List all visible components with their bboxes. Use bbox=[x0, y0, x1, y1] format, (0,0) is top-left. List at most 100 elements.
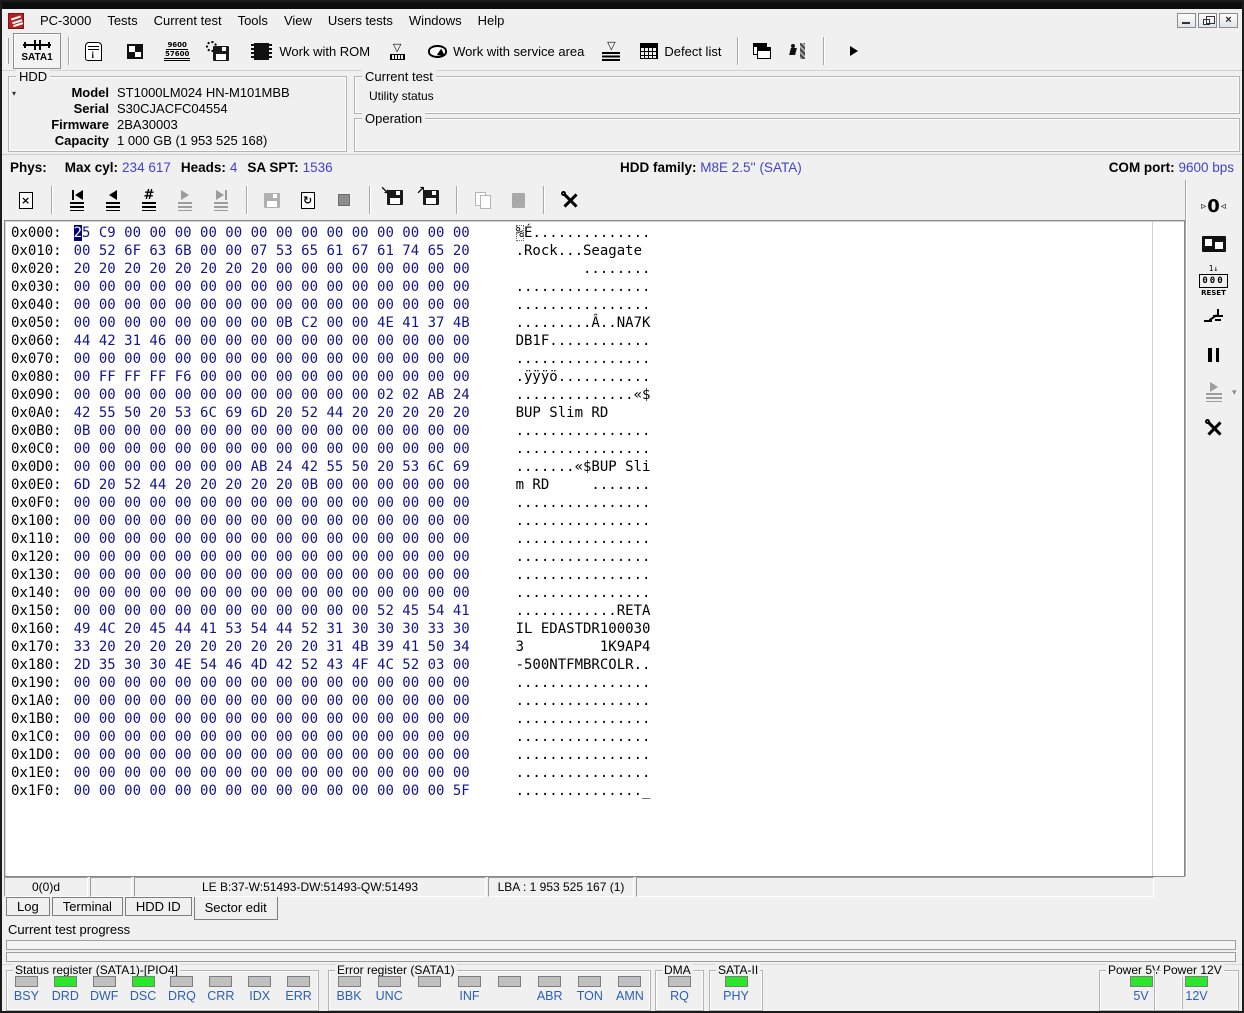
paste-icon bbox=[511, 192, 525, 208]
refresh-sector-button[interactable]: ↻ bbox=[290, 183, 326, 217]
head-map-button[interactable]: ▽ bbox=[380, 34, 414, 68]
hex-row[interactable]: 0x1F0: 00 00 00 00 00 00 00 00 00 00 00 0… bbox=[11, 782, 1184, 800]
restore-button[interactable] bbox=[1198, 13, 1217, 28]
hex-editor-panel[interactable]: 0x000: 25 C9 00 00 00 00 00 00 00 00 00 0… bbox=[4, 220, 1185, 877]
utility-settings-button[interactable] bbox=[200, 34, 234, 68]
hex-row[interactable]: 0x010: 00 52 6F 63 6B 00 00 07 53 65 61 6… bbox=[11, 242, 1184, 260]
hex-row[interactable]: 0x0E0: 6D 20 52 44 20 20 20 20 20 0B 00 0… bbox=[11, 476, 1184, 494]
hex-row[interactable]: 0x1D0: 00 00 00 00 00 00 00 00 00 00 00 0… bbox=[11, 746, 1184, 764]
hex-row[interactable]: 0x130: 00 00 00 00 00 00 00 00 00 00 00 0… bbox=[11, 566, 1184, 584]
hex-row[interactable]: 0x1A0: 00 00 00 00 00 00 00 00 00 00 00 0… bbox=[11, 692, 1184, 710]
stop-button[interactable] bbox=[326, 183, 362, 217]
separator bbox=[51, 186, 52, 214]
defect-list-button[interactable]: Defect list bbox=[636, 34, 725, 68]
hex-row[interactable]: 0x110: 00 00 00 00 00 00 00 00 00 00 00 0… bbox=[11, 530, 1184, 548]
hex-row[interactable]: 0x1C0: 00 00 00 00 00 00 00 00 00 00 00 0… bbox=[11, 728, 1184, 746]
hex-row[interactable]: 0x050: 00 00 00 00 00 00 00 00 0B C2 00 0… bbox=[11, 314, 1184, 332]
close-icon: × bbox=[1225, 14, 1232, 26]
hex-row[interactable]: 0x160: 49 4C 20 45 44 41 53 54 44 52 31 3… bbox=[11, 620, 1184, 638]
translator-button[interactable]: ▽ bbox=[594, 34, 628, 68]
menu-current-test[interactable]: Current test bbox=[146, 10, 230, 31]
hex-row[interactable]: 0x000: 25 C9 00 00 00 00 00 00 00 00 00 0… bbox=[11, 224, 1184, 242]
sa-spt-label: SA SPT: bbox=[247, 160, 299, 175]
hex-row[interactable]: 0x170: 33 20 20 20 20 20 20 20 20 20 31 4… bbox=[11, 638, 1184, 656]
run-dropdown-icon[interactable]: ▾ bbox=[1232, 387, 1237, 398]
work-with-service-area-button[interactable]: Work with service area bbox=[424, 34, 588, 68]
hex-row[interactable]: 0x1B0: 00 00 00 00 00 00 00 00 00 00 00 0… bbox=[11, 710, 1184, 728]
sata-port-button[interactable]: SATA1 bbox=[13, 33, 61, 69]
led-indicator bbox=[92, 976, 116, 987]
menu-users-tests[interactable]: Users tests bbox=[320, 10, 401, 31]
led-indicator bbox=[668, 976, 691, 987]
new-sector-button[interactable]: × bbox=[8, 183, 44, 217]
hex-row[interactable]: 0x070: 00 00 00 00 00 00 00 00 00 00 00 0… bbox=[11, 350, 1184, 368]
hex-row[interactable]: 0x140: 00 00 00 00 00 00 00 00 00 00 00 0… bbox=[11, 584, 1184, 602]
last-sector-button[interactable] bbox=[203, 183, 239, 217]
pause-button[interactable] bbox=[1192, 336, 1236, 373]
hex-row[interactable]: 0x100: 00 00 00 00 00 00 00 00 00 00 00 0… bbox=[11, 512, 1184, 530]
close-button[interactable]: × bbox=[1219, 13, 1238, 28]
drive-info-button[interactable] bbox=[76, 34, 110, 68]
led-label: IDX bbox=[249, 989, 271, 1003]
menu-tests[interactable]: Tests bbox=[99, 10, 145, 31]
hex-row[interactable]: 0x150: 00 00 00 00 00 00 00 00 00 00 00 0… bbox=[11, 602, 1184, 620]
board-status-button[interactable] bbox=[1192, 225, 1236, 262]
hex-row[interactable]: 0x120: 00 00 00 00 00 00 00 00 00 00 00 0… bbox=[11, 548, 1184, 566]
menu-tools[interactable]: Tools bbox=[230, 10, 276, 31]
toolbar-grip[interactable] bbox=[6, 38, 9, 64]
hex-row[interactable]: 0x1E0: 00 00 00 00 00 00 00 00 00 00 00 0… bbox=[11, 764, 1184, 782]
windows-button[interactable] bbox=[745, 34, 779, 68]
hex-row[interactable]: 0x080: 00 FF FF FF F6 00 00 00 00 00 00 0… bbox=[11, 368, 1184, 386]
load-from-file-button[interactable]: ↘ bbox=[377, 183, 413, 217]
tab-log[interactable]: Log bbox=[6, 897, 50, 916]
led-indicator bbox=[1185, 976, 1208, 987]
minimize-button[interactable] bbox=[1177, 13, 1196, 28]
led-cell-12v: 12V bbox=[1180, 976, 1214, 1003]
run-test-button[interactable]: ▾ bbox=[1192, 373, 1237, 410]
menu-help[interactable]: Help bbox=[470, 10, 513, 31]
hex-row[interactable]: 0x0F0: 00 00 00 00 00 00 00 00 00 00 00 0… bbox=[11, 494, 1184, 512]
previous-sector-button[interactable] bbox=[95, 183, 131, 217]
first-sector-button[interactable] bbox=[59, 183, 95, 217]
drive-info-icon bbox=[84, 41, 102, 61]
reset-button[interactable]: 1↓ 000 RESET bbox=[1192, 262, 1236, 299]
board-resources-button[interactable] bbox=[118, 34, 152, 68]
group-title: Error register (SATA1) bbox=[335, 963, 457, 977]
hex-row[interactable]: 0x090: 00 00 00 00 00 00 00 00 00 00 00 0… bbox=[11, 386, 1184, 404]
baud-rate-button[interactable]: 9600 57600 bbox=[160, 34, 194, 68]
hex-row[interactable]: 0x190: 00 00 00 00 00 00 00 00 00 00 00 0… bbox=[11, 674, 1184, 692]
port-settings-button[interactable] bbox=[1192, 410, 1236, 447]
save-sector-button[interactable] bbox=[254, 183, 290, 217]
tab-sector-edit[interactable]: Sector edit bbox=[193, 897, 278, 920]
hex-row[interactable]: 0x0B0: 0B 00 00 00 00 00 00 00 00 00 00 0… bbox=[11, 422, 1184, 440]
copy-button[interactable] bbox=[464, 183, 500, 217]
hex-row[interactable]: 0x030: 00 00 00 00 00 00 00 00 00 00 00 0… bbox=[11, 278, 1184, 296]
more-toolbar-button[interactable] bbox=[837, 34, 871, 68]
hex-row[interactable]: 0x0C0: 00 00 00 00 00 00 00 00 00 00 00 0… bbox=[11, 440, 1184, 458]
paste-button[interactable] bbox=[500, 183, 536, 217]
next-sector-button[interactable] bbox=[167, 183, 203, 217]
hex-row[interactable]: 0x020: 20 20 20 20 20 20 20 20 00 00 00 0… bbox=[11, 260, 1184, 278]
save-to-file-button[interactable]: ↗ bbox=[413, 183, 449, 217]
hex-row[interactable]: 0x0A0: 42 55 50 20 53 6C 69 6D 20 52 44 2… bbox=[11, 404, 1184, 422]
menu-pc3000[interactable]: PC-3000 bbox=[32, 10, 99, 31]
exit-button[interactable] bbox=[779, 34, 813, 68]
hex-row[interactable]: 0x0D0: 00 00 00 00 00 00 00 AB 24 42 55 5… bbox=[11, 458, 1184, 476]
hdd-dropdown-icon[interactable]: ▾ bbox=[12, 89, 16, 98]
recalibrate-button[interactable]: ▹ 0 ◃ bbox=[1192, 188, 1236, 225]
tab-terminal[interactable]: Terminal bbox=[51, 897, 123, 916]
menu-windows[interactable]: Windows bbox=[401, 10, 470, 31]
power-switch-button[interactable] bbox=[1192, 299, 1236, 336]
led-cell-5v: 5V bbox=[1124, 976, 1158, 1003]
hex-row[interactable]: 0x060: 44 42 31 46 00 00 00 00 00 00 00 0… bbox=[11, 332, 1184, 350]
hex-row[interactable]: 0x180: 2D 35 30 30 4E 54 46 4D 42 52 43 4… bbox=[11, 656, 1184, 674]
led-indicator bbox=[377, 976, 401, 987]
separator bbox=[737, 37, 739, 65]
hex-row[interactable]: 0x040: 00 00 00 00 00 00 00 00 00 00 00 0… bbox=[11, 296, 1184, 314]
goto-sector-button[interactable]: # bbox=[131, 183, 167, 217]
hex-cursor[interactable]: 2 bbox=[73, 225, 83, 241]
tab-hdd-id[interactable]: HDD ID bbox=[124, 897, 192, 916]
menu-view[interactable]: View bbox=[276, 10, 320, 31]
work-with-rom-button[interactable]: Work with ROM bbox=[246, 34, 374, 68]
editor-settings-button[interactable] bbox=[551, 183, 587, 217]
